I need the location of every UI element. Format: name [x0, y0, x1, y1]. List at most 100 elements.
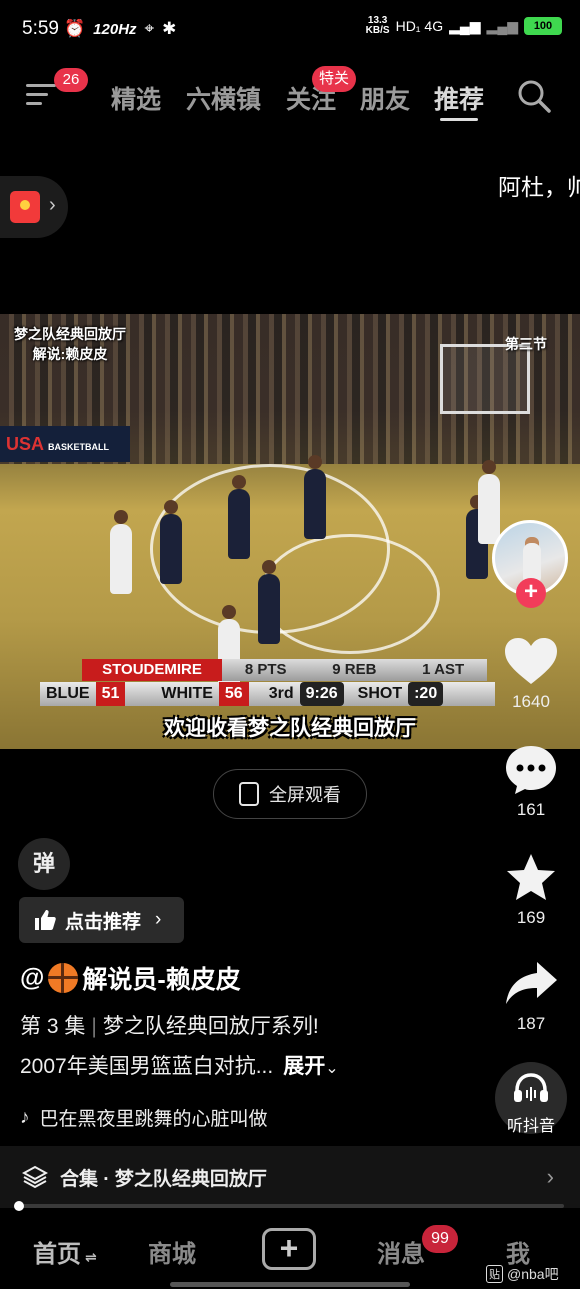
video-progress-bar[interactable] [14, 1204, 564, 1208]
episode-label[interactable]: 第 3 集 [20, 1015, 85, 1038]
net-speed-unit: KB/S [365, 25, 390, 36]
music-info[interactable]: ♪ 巴在黑夜里跳舞的心脏叫做 [20, 1104, 268, 1131]
chevron-down-icon: ⌄ [325, 1060, 339, 1077]
follow-plus-button[interactable]: + [516, 578, 546, 608]
rotate-screen-icon [239, 782, 259, 806]
red-envelope-icon [10, 191, 40, 223]
status-time: 5:59 [22, 18, 59, 39]
tab-liuhengzhen[interactable]: 六横镇 [186, 80, 261, 116]
tieba-logo-icon: 贴 [486, 1265, 503, 1283]
tiktok-note-icon: ♪ [20, 1106, 30, 1128]
thumbs-up-icon [35, 910, 56, 930]
player [228, 475, 250, 559]
status-icons-left: ⏰ 120Hz ⌖ ✱ [64, 19, 176, 39]
basketball-icon [48, 963, 79, 993]
game-quarter: 3rd [268, 685, 294, 702]
player-stat-bar: STOUDEMIRE 8 PTS 9 REB 1 AST [82, 659, 487, 681]
nav-messages[interactable]: 消息 [377, 1234, 425, 1269]
watermark: 贴 @nba吧 [486, 1264, 559, 1284]
signal2-icon: ▂▄▆ [486, 17, 518, 34]
video-subtitle: 欢迎收看梦之队经典回放厅 [164, 717, 416, 740]
stat-rebounds: 9 REB [332, 661, 377, 678]
stat-points: 8 PTS [244, 661, 287, 678]
comment-icon[interactable] [503, 744, 559, 796]
active-tab-underline [440, 118, 478, 121]
net-speed: 13.3 KB/S [366, 16, 390, 36]
layers-icon [22, 1165, 48, 1189]
player [258, 560, 280, 644]
fullscreen-label: 全屏观看 [269, 785, 341, 805]
description-line-2: 2007年美国男篮蓝白对抗... 展开⌄ [20, 1050, 339, 1080]
player [110, 510, 132, 594]
shot-label: SHOT [357, 685, 403, 702]
recommend-button[interactable]: 点击推荐 › [19, 897, 184, 943]
location-icon: ⌖ [144, 19, 155, 38]
progress-handle[interactable] [14, 1201, 24, 1211]
author-at: @ [20, 963, 45, 992]
follow-badge: 特关 [312, 66, 357, 92]
tab-jingxuan[interactable]: 精选 [111, 80, 161, 116]
player [304, 455, 326, 539]
refresh-rate: 120Hz [93, 20, 137, 38]
listen-douyin-label: 听抖音 [506, 1118, 555, 1135]
shot-clock: :20 [408, 682, 444, 706]
swap-icon: ⇌ [85, 1249, 97, 1265]
search-icon[interactable] [516, 78, 552, 114]
share-icon[interactable] [503, 958, 559, 1010]
stat-player-name: STOUDEMIRE [82, 659, 222, 681]
share-count: 187 [516, 1014, 546, 1033]
team2-name: WHITE [161, 685, 213, 702]
team1-name: BLUE [46, 685, 90, 702]
collection-bar[interactable]: 合集 · 梦之队经典回放厅 › [0, 1146, 580, 1208]
danmaku-comment: 阿杜，帅 [498, 174, 580, 200]
nav-home-label: 首页 [33, 1241, 81, 1268]
scoreboard: BLUE 51 WHITE 56 3rd 9:26 SHOT :20 [40, 682, 495, 706]
nav-mall[interactable]: 商城 [148, 1234, 196, 1269]
menu-badge: 26 [54, 68, 88, 92]
headphones-icon [514, 1073, 548, 1102]
usa-banner: USA BASKETBALL [0, 426, 130, 462]
team1-score: 51 [95, 682, 126, 706]
expand-button[interactable]: 展开 [283, 1055, 325, 1078]
network-label: HD₁ 4G [395, 18, 444, 34]
collection-label: 合集 · 梦之队经典回放厅 [60, 1168, 267, 1190]
video-player[interactable]: USA BASKETBALL 梦之队经典回放厅 解说:赖皮皮 第三节 STOUDE… [0, 314, 580, 749]
chevron-right-icon: › [155, 909, 162, 930]
game-clock: 9:26 [299, 682, 344, 706]
court-key [260, 534, 440, 654]
create-plus-button[interactable]: + [262, 1228, 316, 1270]
star-icon[interactable] [503, 852, 559, 904]
bluetooth-icon: ✱ [162, 19, 177, 38]
signal-icon: ▂▄▆ [449, 17, 481, 34]
team2-score: 56 [218, 682, 249, 706]
red-packet-button[interactable]: › [0, 176, 68, 238]
danmu-toggle-button[interactable]: 弹 [18, 838, 70, 890]
video-caption-top-left: 梦之队经典回放厅 解说:赖皮皮 [14, 326, 126, 362]
alarm-icon: ⏰ [64, 19, 86, 38]
player [478, 460, 500, 544]
battery-indicator: 100 [524, 17, 562, 35]
chevron-right-icon: › [49, 194, 56, 216]
series-title: 梦之队经典回放厅系列! [102, 1015, 319, 1038]
like-count: 1640 [512, 692, 550, 711]
chevron-right-icon: › [546, 1164, 554, 1189]
nav-home[interactable]: 首页 ⇌ [33, 1234, 97, 1269]
player [160, 500, 182, 584]
author-name[interactable]: @ 解说员-赖皮皮 [20, 960, 241, 996]
tab-friends[interactable]: 朋友 [360, 80, 410, 116]
description-text: 2007年美国男篮蓝白对抗... [20, 1055, 274, 1078]
author-name-text: 解说员-赖皮皮 [82, 966, 241, 994]
music-title: 巴在黑夜里跳舞的心脏叫做 [39, 1109, 268, 1130]
favorite-count: 169 [516, 908, 546, 927]
menu-icon[interactable] [26, 84, 56, 108]
messages-badge: 99 [422, 1225, 458, 1253]
heart-icon[interactable] [503, 636, 559, 688]
status-right: 13.3 KB/S HD₁ 4G ▂▄▆ ▂▄▆ 100 [366, 16, 562, 36]
home-indicator[interactable] [170, 1282, 410, 1287]
tab-recommend[interactable]: 推荐 [434, 80, 484, 116]
stat-assists: 1 AST [422, 661, 465, 678]
comment-count: 161 [516, 800, 546, 819]
recommend-label: 点击推荐 [65, 911, 142, 933]
description-line-1: 第 3 集 | 梦之队经典回放厅系列! [20, 1015, 319, 1038]
fullscreen-button[interactable]: 全屏观看 [213, 769, 367, 819]
